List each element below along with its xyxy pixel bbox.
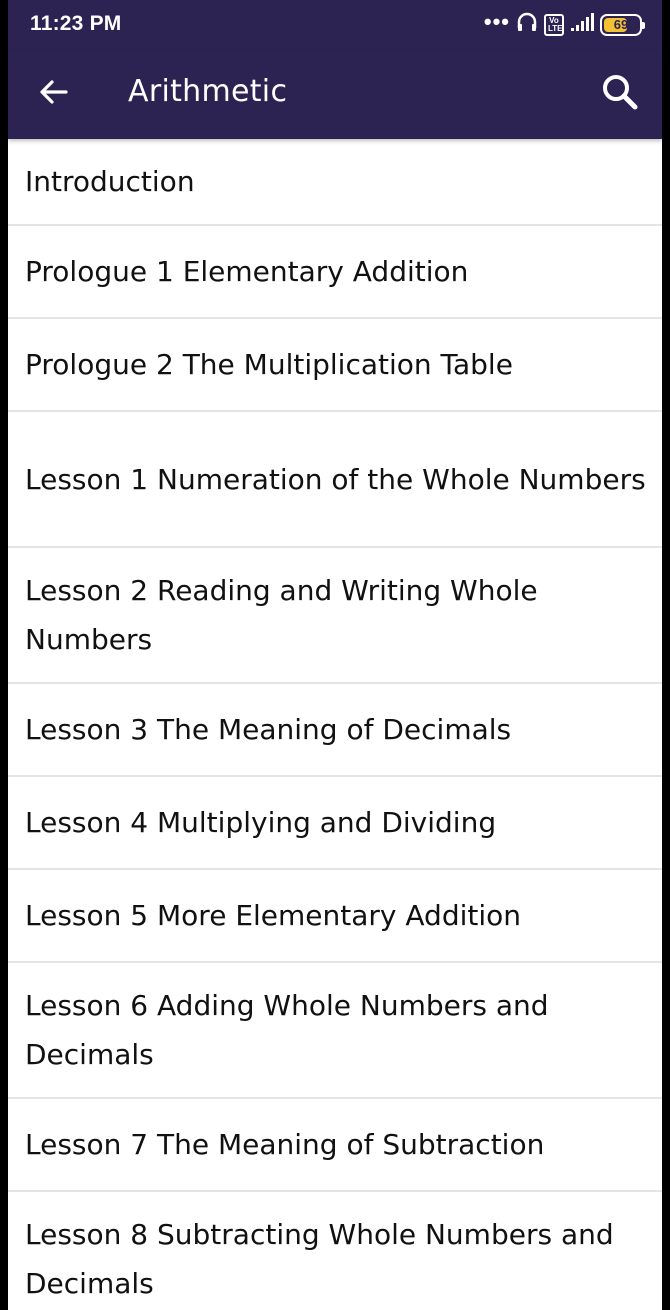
list-item[interactable]: Lesson 1 Numeration of the Whole Numbers: [8, 412, 662, 548]
back-button[interactable]: [32, 72, 76, 116]
list-item-label: Lesson 7 The Meaning of Subtraction: [25, 1128, 545, 1161]
list-item-label: Lesson 5 More Elementary Addition: [25, 899, 522, 932]
list-item[interactable]: Lesson 5 More Elementary Addition: [8, 870, 662, 963]
volte-icon: Vo LTE: [544, 13, 564, 36]
list-item[interactable]: Lesson 6 Adding Whole Numbers and Decima…: [8, 963, 662, 1099]
list-item-label: Prologue 2 The Multiplication Table: [25, 348, 513, 381]
status-icons: ••• Vo LTE 69: [483, 8, 645, 38]
lesson-list: Introduction Prologue 1 Elementary Addit…: [8, 139, 662, 1310]
list-item-label: Lesson 3 The Meaning of Decimals: [25, 713, 512, 746]
list-item[interactable]: Prologue 1 Elementary Addition: [8, 226, 662, 319]
headphones-icon: [516, 11, 538, 38]
arrow-left-icon: [38, 76, 70, 113]
list-item[interactable]: Introduction: [8, 139, 662, 226]
search-button[interactable]: [596, 70, 644, 118]
list-item[interactable]: Lesson 7 The Meaning of Subtraction: [8, 1099, 662, 1192]
list-item-label: Lesson 6 Adding Whole Numbers and Decima…: [25, 989, 549, 1071]
app-bar: Arithmetic: [8, 50, 662, 139]
battery-icon: 69: [600, 13, 645, 36]
page-title: Arithmetic: [128, 74, 288, 109]
list-item-label: Lesson 1 Numeration of the Whole Numbers: [25, 462, 646, 496]
status-time: 11:23 PM: [30, 12, 122, 35]
status-bar: 11:23 PM ••• Vo LTE 69: [8, 0, 662, 50]
phone-frame: 11:23 PM ••• Vo LTE 69 Arithmetic Introd…: [0, 0, 670, 1310]
list-item[interactable]: Lesson 3 The Meaning of Decimals: [8, 684, 662, 777]
list-item-label: Lesson 4 Multiplying and Dividing: [25, 806, 497, 839]
list-item[interactable]: Lesson 2 Reading and Writing Whole Numbe…: [8, 548, 662, 684]
list-item[interactable]: Lesson 8 Subtracting Whole Numbers and D…: [8, 1192, 662, 1310]
list-item-label: Prologue 1 Elementary Addition: [25, 255, 469, 288]
search-icon: [600, 72, 640, 117]
screen: 11:23 PM ••• Vo LTE 69 Arithmetic Introd…: [8, 0, 662, 1310]
battery-level: 69: [613, 16, 629, 32]
list-item-label: Lesson 2 Reading and Writing Whole Numbe…: [25, 574, 538, 656]
notification-dots-icon: •••: [483, 8, 510, 34]
battery-cap: [642, 21, 645, 29]
list-item[interactable]: Prologue 2 The Multiplication Table: [8, 319, 662, 412]
signal-icon: [570, 12, 594, 37]
list-item[interactable]: Lesson 4 Multiplying and Dividing: [8, 777, 662, 870]
list-item-label: Introduction: [25, 165, 195, 198]
list-item-label: Lesson 8 Subtracting Whole Numbers and D…: [25, 1218, 614, 1300]
